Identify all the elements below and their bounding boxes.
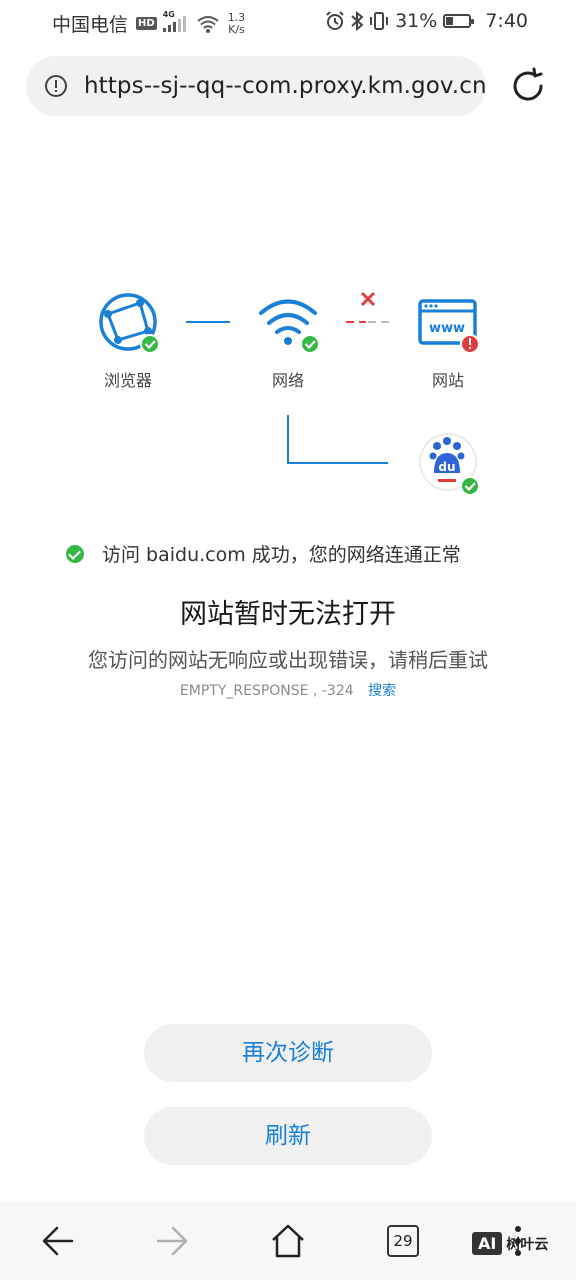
browser-label: 浏览器	[103, 371, 152, 390]
cellular-signal-icon: 4G	[162, 10, 186, 32]
baidu-ok-badge	[460, 476, 480, 496]
website-error-badge	[460, 334, 480, 354]
error-code: EMPTY_RESPONSE , -324	[179, 683, 354, 699]
connector-network-baidu	[287, 415, 388, 464]
forward-button[interactable]	[140, 1202, 204, 1280]
arrow-left-icon	[42, 1226, 74, 1256]
watermark-badge: AI	[472, 1232, 503, 1255]
url-text[interactable]: https--sj--qq--com.proxy.km.gov.cn	[84, 56, 487, 116]
rediagnose-button[interactable]: 再次诊断	[144, 1024, 432, 1082]
battery-icon	[443, 14, 475, 28]
success-message-text: 访问 baidu.com 成功，您的网络连通正常	[102, 544, 461, 566]
clock: 7:40	[485, 10, 528, 32]
home-button[interactable]	[256, 1202, 320, 1280]
arrow-right-icon	[156, 1226, 188, 1256]
network-type: 4G	[162, 9, 175, 19]
address-bar[interactable]: https--sj--qq--com.proxy.km.gov.cn	[26, 56, 487, 116]
failed-connection-icon	[360, 291, 376, 307]
network-label: 网络	[271, 371, 304, 390]
hd-voice-icon: HD	[136, 17, 157, 30]
carrier-name: 中国电信	[52, 14, 129, 36]
search-link[interactable]: 搜索	[368, 683, 396, 699]
error-subtitle: 您访问的网站无响应或出现错误，请稍后重试	[88, 648, 488, 672]
reload-icon[interactable]	[508, 66, 548, 106]
connectivity-success-message: 访问 baidu.com 成功，您的网络连通正常	[66, 540, 461, 567]
error-title: 网站暂时无法打开	[180, 599, 396, 630]
home-icon	[272, 1224, 304, 1258]
tabs-button[interactable]: 29	[371, 1202, 435, 1280]
network-ok-badge	[300, 334, 320, 354]
wifi-icon	[197, 15, 219, 33]
info-icon[interactable]	[44, 74, 68, 98]
network-speed: 1.3 K/s	[228, 11, 246, 36]
status-bar: 中国电信 HD 4G 1.3 K/s 31% 7:40	[0, 0, 576, 44]
bluetooth-icon	[351, 11, 364, 31]
status-left: 中国电信 HD 4G 1.3 K/s	[52, 10, 245, 37]
vibrate-icon	[370, 12, 389, 30]
baidu-du-text: du	[438, 460, 455, 474]
watermark: AI 树叶云	[472, 1232, 548, 1255]
tab-count: 29	[387, 1225, 419, 1257]
error-code-line: EMPTY_RESPONSE , -324 搜索	[0, 680, 576, 700]
watermark-text: 树叶云	[506, 1236, 549, 1253]
website-label: 网站	[431, 371, 464, 390]
back-button[interactable]	[26, 1202, 90, 1280]
www-text: www	[429, 321, 465, 336]
refresh-button[interactable]: 刷新	[144, 1107, 432, 1165]
browser-ok-badge	[140, 334, 160, 354]
battery-percent: 31%	[395, 10, 438, 32]
speed-unit: K/s	[228, 22, 245, 36]
status-right: 31% 7:40	[325, 10, 528, 32]
alarm-icon	[326, 11, 344, 30]
check-circle-icon	[66, 544, 84, 563]
network-diagnosis-diagram: www du	[99, 291, 480, 496]
